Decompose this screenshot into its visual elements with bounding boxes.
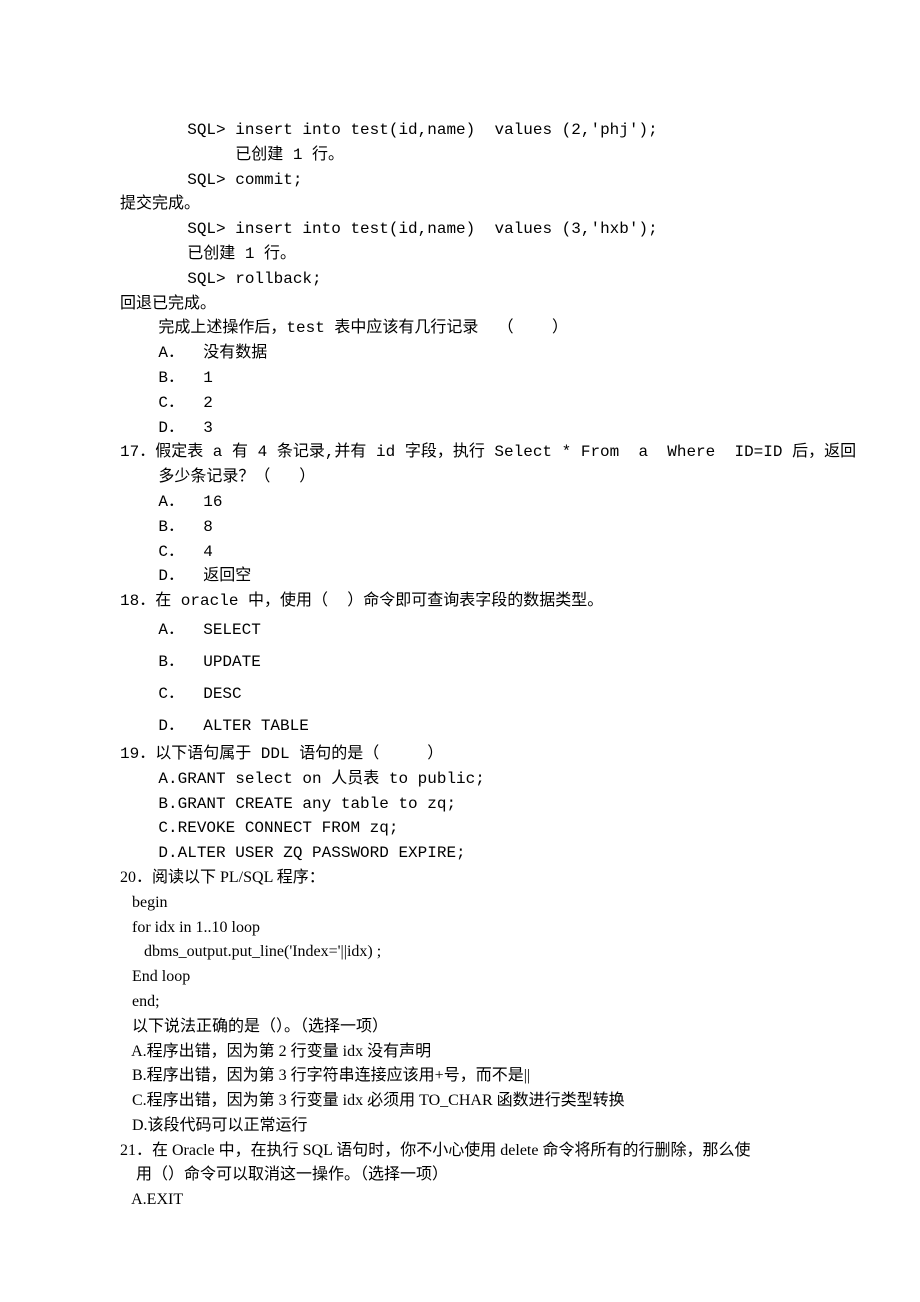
question-21-option-a: A.EXIT: [120, 1188, 800, 1213]
question-17-prompt: 多少条记录？（ ）: [120, 465, 800, 490]
question-21-prompt: 用（）命令可以取消这一操作。（选择一项）: [120, 1163, 800, 1188]
question-20-code: end;: [120, 990, 800, 1015]
document-page: SQL> insert into test(id,name) values (2…: [0, 0, 920, 1273]
code-line: 已创建 1 行。: [120, 143, 800, 168]
text-line: 回退已完成。: [120, 292, 800, 317]
question-17-option-a: A． 16: [120, 490, 800, 515]
question-17-option-c: C． 4: [120, 540, 800, 565]
question-17-option-d: D． 返回空: [120, 564, 800, 589]
question-17-option-b: B． 8: [120, 515, 800, 540]
question-19-option-a: A.GRANT select on 人员表 to public;: [120, 767, 800, 792]
code-line: SQL> commit;: [120, 168, 800, 193]
question-20-option-a: A.程序出错，因为第 2 行变量 idx 没有声明: [120, 1040, 800, 1065]
code-line: SQL> insert into test(id,name) values (3…: [120, 217, 800, 242]
question-16-option-a: A． 没有数据: [120, 341, 800, 366]
question-18-option-b: B． UPDATE: [120, 646, 800, 678]
question-18-option-d: D． ALTER TABLE: [120, 710, 800, 742]
question-21-prompt: 21．在 Oracle 中，在执行 SQL 语句时，你不小心使用 delete …: [120, 1139, 800, 1164]
question-19-prompt: 19．以下语句属于 DDL 语句的是（ ）: [120, 742, 800, 767]
question-16-option-b: B． 1: [120, 366, 800, 391]
question-16-option-d: D． 3: [120, 416, 800, 441]
question-20-code: for idx in 1..10 loop: [120, 916, 800, 941]
text-line: 提交完成。: [120, 192, 800, 217]
question-18-option-c: C． DESC: [120, 678, 800, 710]
question-20-prompt: 20．阅读以下 PL/SQL 程序：: [120, 866, 800, 891]
code-line: SQL> insert into test(id,name) values (2…: [120, 118, 800, 143]
question-19-option-b: B.GRANT CREATE any table to zq;: [120, 792, 800, 817]
question-20-code: begin: [120, 891, 800, 916]
code-line: SQL> rollback;: [120, 267, 800, 292]
question-18-prompt: 18．在 oracle 中，使用（ ）命令即可查询表字段的数据类型。: [120, 589, 800, 614]
question-19-option-c: C.REVOKE CONNECT FROM zq;: [120, 816, 800, 841]
question-16-prompt: 完成上述操作后，test 表中应该有几行记录 （ ）: [120, 316, 800, 341]
question-17-prompt: 17．假定表 a 有 4 条记录,并有 id 字段，执行 Select * Fr…: [120, 440, 800, 465]
question-20-subprompt: 以下说法正确的是（）。（选择一项）: [120, 1015, 800, 1040]
question-19-option-d: D.ALTER USER ZQ PASSWORD EXPIRE;: [120, 841, 800, 866]
question-20-code: dbms_output.put_line('Index='||idx) ;: [120, 940, 800, 965]
code-line: 已创建 1 行。: [120, 242, 800, 267]
question-20-code: End loop: [120, 965, 800, 990]
question-20-option-b: B.程序出错，因为第 3 行字符串连接应该用+号，而不是||: [120, 1064, 800, 1089]
question-20-option-c: C.程序出错，因为第 3 行变量 idx 必须用 TO_CHAR 函数进行类型转…: [120, 1089, 800, 1114]
question-20-option-d: D.该段代码可以正常运行: [120, 1114, 800, 1139]
question-16-option-c: C． 2: [120, 391, 800, 416]
question-18-option-a: A． SELECT: [120, 614, 800, 646]
